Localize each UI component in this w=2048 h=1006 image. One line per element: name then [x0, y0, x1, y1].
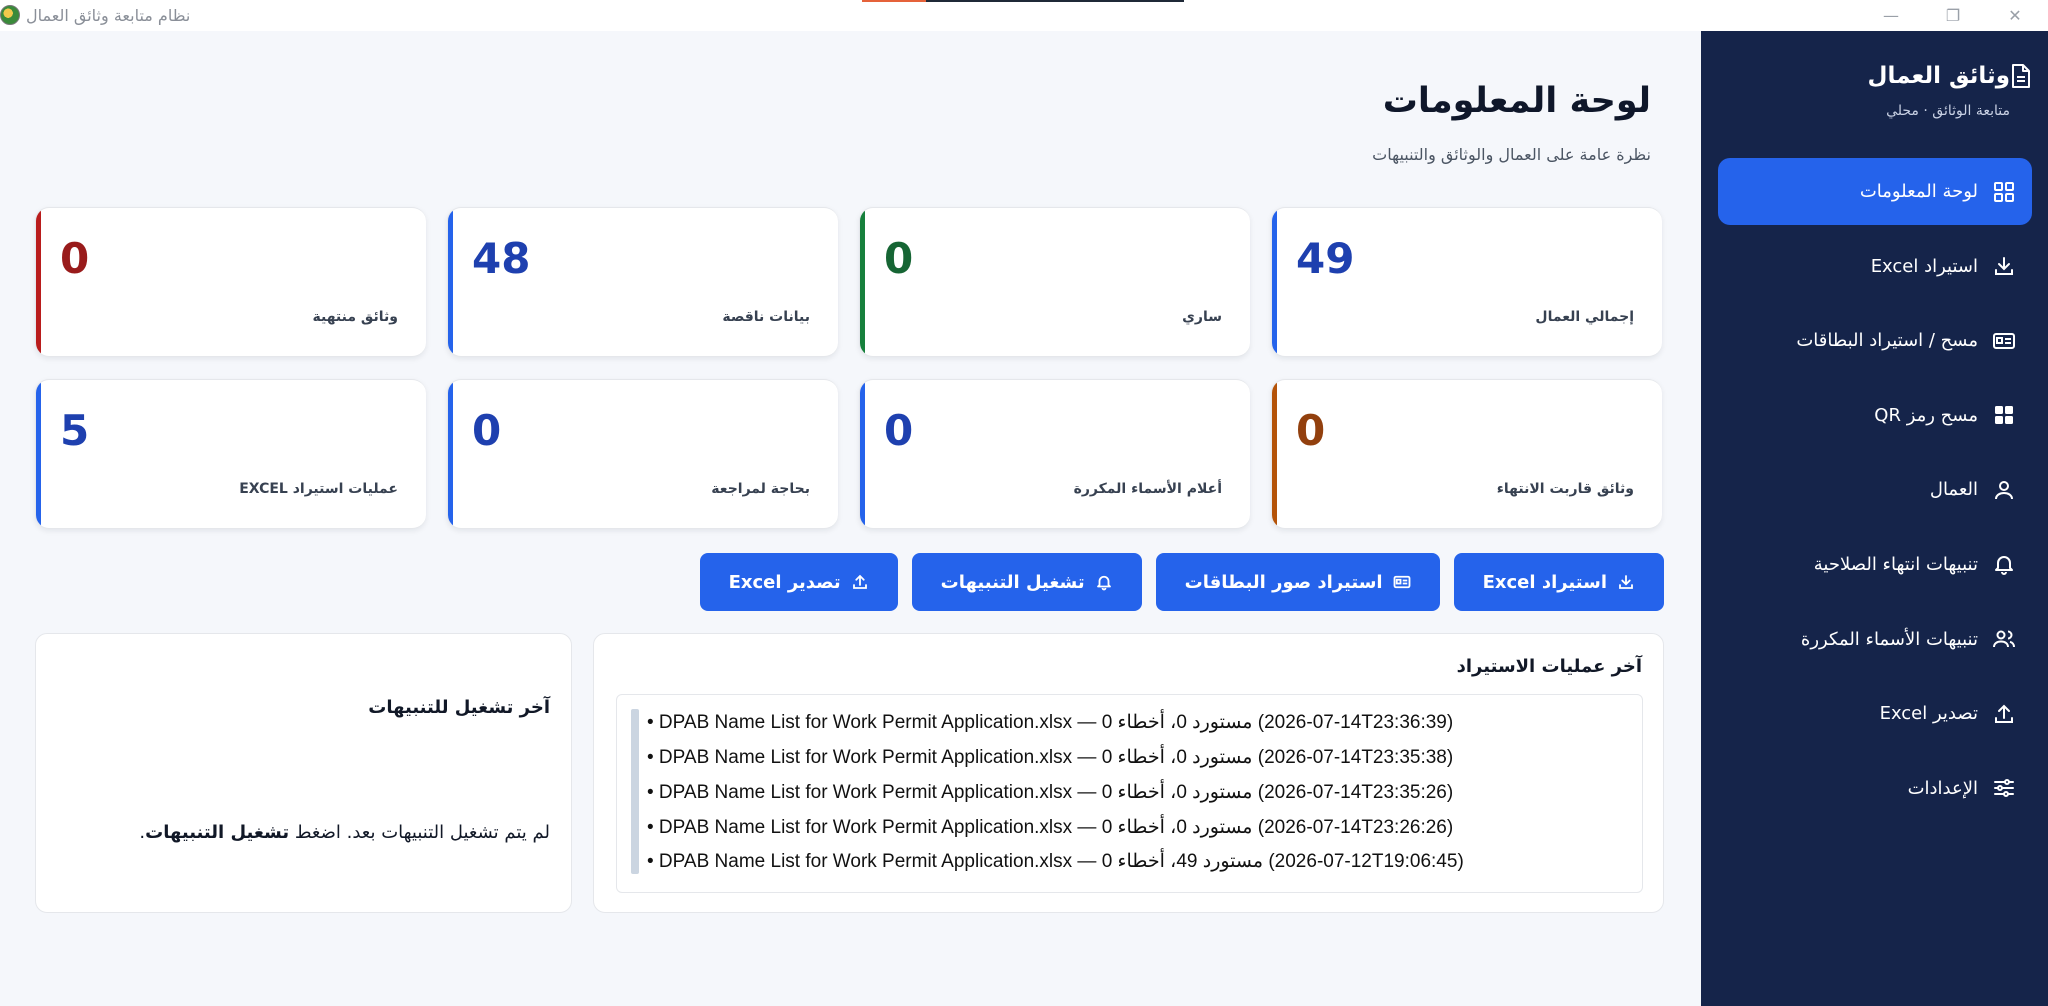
list-scrollbar[interactable]	[631, 709, 639, 874]
recent-imports-list[interactable]: • DPAB Name List for Work Permit Applica…	[616, 694, 1643, 893]
page-title: لوحة المعلومات	[1382, 81, 1651, 121]
sidebar-item-label: الإعدادات	[1907, 777, 1978, 799]
stat-card-valid: 0 ساري	[859, 207, 1250, 357]
stat-value: 0	[884, 406, 914, 455]
sidebar-nav: لوحة المعلومات استيراد Excel مسح / استير…	[1718, 158, 2032, 829]
app-logo-icon	[0, 5, 20, 25]
stat-label: وثائق منتهية	[312, 309, 398, 325]
loading-progress-fill	[862, 0, 927, 2]
stat-label: ساري	[1182, 309, 1222, 325]
sidebar-item-label: تنبيهات الأسماء المكررة	[1800, 628, 1978, 650]
stat-card-expired-documents: 0 وثائق منتهية	[35, 207, 426, 357]
sidebar: وثائق العمال متابعة الوثائق · محلي لوحة …	[1701, 31, 2048, 1006]
recent-imports-panel: آخر عمليات الاستيراد • DPAB Name List fo…	[593, 633, 1664, 913]
user-icon	[1995, 480, 2013, 499]
sidebar-item-scan-cards[interactable]: مسح / استيراد البطاقات	[1718, 307, 2032, 374]
run-alerts-button[interactable]: تشغيل التنبيهات	[911, 553, 1142, 611]
stat-label: بيانات ناقصة	[722, 309, 810, 325]
run-alerts-button-label: تشغيل التنبيهات	[940, 571, 1085, 593]
users-icon	[1993, 630, 2015, 648]
app-identity: نظام متابعة وثائق العمال	[0, 4, 190, 26]
sidebar-item-label: مسح رمز QR	[1874, 404, 1978, 426]
stat-card-near-expiry: 0 وثائق قاربت الانتهاء	[1271, 379, 1662, 529]
document-icon	[2012, 64, 2030, 88]
sidebar-title: وثائق العمال	[1867, 63, 2010, 89]
stat-value: 0	[1296, 406, 1326, 455]
last-alerts-run-panel: آخر تشغيل للتنبيهات لم يتم تشغيل التنبيه…	[35, 633, 572, 913]
import-excel-button-label: استيراد Excel	[1482, 571, 1607, 593]
minimize-button[interactable]: —	[1860, 0, 1922, 31]
stat-label: وثائق قاربت الانتهاء	[1496, 481, 1634, 497]
recent-imports-title: آخر عمليات الاستيراد	[1456, 656, 1642, 677]
list-item: • DPAB Name List for Work Permit Applica…	[647, 817, 1454, 838]
window-titlebar: نظام متابعة وثائق العمال — ❐ ✕	[0, 0, 2048, 31]
stat-value: 5	[60, 406, 90, 455]
stat-card-needs-review: 0 بحاجة لمراجعة	[447, 379, 838, 529]
sidebar-item-label: مسح / استيراد البطاقات	[1796, 330, 1978, 352]
stat-value: 0	[472, 406, 502, 455]
sidebar-item-workers[interactable]: العمال	[1718, 456, 2032, 523]
sidebar-item-label: العمال	[1929, 479, 1978, 501]
grid-icon	[1994, 181, 2014, 202]
upload-icon	[1995, 704, 2013, 723]
sidebar-item-label: تنبيهات انتهاء الصلاحية	[1813, 553, 1978, 575]
action-bar: استيراد Excel استيراد صور البطاقات تشغيل…	[699, 553, 1664, 611]
page-subtitle: نظرة عامة على العمال والوثائق والتنبيهات	[1372, 145, 1651, 164]
sidebar-item-label: تصدير Excel	[1879, 703, 1978, 725]
stat-value: 0	[884, 234, 914, 283]
sidebar-subtitle: متابعة الوثائق · محلي	[1886, 103, 2010, 119]
sidebar-item-settings[interactable]: الإعدادات	[1718, 755, 2032, 822]
last-alerts-run-title: آخر تشغيل للتنبيهات	[368, 697, 550, 718]
stat-label: عمليات استيراد EXCEL	[239, 481, 398, 497]
sidebar-item-label: استيراد Excel	[1870, 255, 1978, 277]
list-item: • DPAB Name List for Work Permit Applica…	[647, 851, 1464, 872]
main-content: لوحة المعلومات نظرة عامة على العمال والو…	[0, 31, 1701, 1006]
list-item: • DPAB Name List for Work Permit Applica…	[647, 747, 1454, 768]
window-title: نظام متابعة وثائق العمال	[26, 5, 191, 25]
stat-value: 48	[472, 234, 531, 283]
alerts-message-emphasis: تشغيل التنبيهات	[145, 822, 290, 843]
stat-card-missing-data: 48 بيانات ناقصة	[447, 207, 838, 357]
import-excel-button[interactable]: استيراد Excel	[1453, 553, 1664, 611]
sidebar-item-scan-qr[interactable]: مسح رمز QR	[1718, 382, 2032, 449]
stat-card-total-workers: 49 إجمالي العمال	[1271, 207, 1662, 357]
sidebar-item-label: لوحة المعلومات	[1859, 181, 1978, 202]
stat-value: 49	[1296, 234, 1355, 283]
sidebar-item-import-excel[interactable]: استيراد Excel	[1718, 233, 2032, 300]
stat-label: بحاجة لمراجعة	[711, 481, 810, 497]
alerts-message-text: لم يتم تشغيل التنبيهات بعد. اضغط	[294, 822, 550, 843]
stat-card-excel-imports: 5 عمليات استيراد EXCEL	[35, 379, 426, 529]
list-item: • DPAB Name List for Work Permit Applica…	[647, 782, 1454, 803]
stat-card-duplicate-names: 0 أعلام الأسماء المكررة	[859, 379, 1250, 529]
id-card-icon	[1993, 332, 2015, 349]
maximize-button[interactable]: ❐	[1922, 0, 1984, 31]
qr-icon	[1995, 406, 2013, 425]
bell-icon	[1096, 575, 1111, 591]
import-card-images-button[interactable]: استيراد صور البطاقات	[1155, 553, 1440, 611]
sidebar-item-dashboard[interactable]: لوحة المعلومات	[1718, 158, 2032, 225]
loading-progress-bar	[862, 0, 1184, 2]
export-excel-button-label: تصدير Excel	[728, 571, 841, 593]
download-icon	[1995, 257, 2013, 276]
import-card-images-button-label: استيراد صور البطاقات	[1184, 571, 1383, 593]
sidebar-item-expiry-alerts[interactable]: تنبيهات انتهاء الصلاحية	[1718, 531, 2032, 598]
export-excel-button[interactable]: تصدير Excel	[699, 553, 898, 611]
upload-icon	[852, 574, 867, 589]
stat-value: 0	[60, 234, 90, 283]
sidebar-item-duplicate-alerts[interactable]: تنبيهات الأسماء المكررة	[1718, 606, 2032, 673]
id-card-icon	[1393, 575, 1410, 589]
sliders-icon	[1994, 779, 2014, 798]
close-button[interactable]: ✕	[1984, 0, 2046, 31]
last-alerts-run-message: لم يتم تشغيل التنبيهات بعد. اضغط تشغيل ا…	[139, 822, 550, 843]
stat-label: أعلام الأسماء المكررة	[1073, 481, 1222, 497]
list-item: • DPAB Name List for Work Permit Applica…	[647, 712, 1454, 733]
sidebar-item-export-excel[interactable]: تصدير Excel	[1718, 680, 2032, 747]
download-icon	[1619, 575, 1633, 589]
stat-label: إجمالي العمال	[1535, 309, 1634, 325]
bell-icon	[1995, 556, 2013, 576]
